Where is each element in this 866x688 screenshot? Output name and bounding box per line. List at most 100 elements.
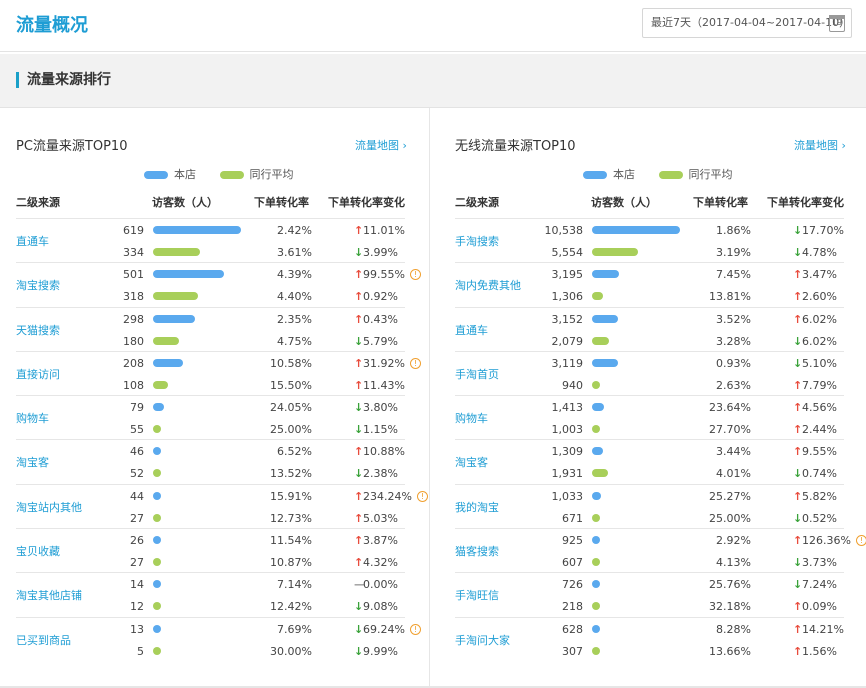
peer-line: 671 25.00% ↓0.52% [455,507,844,529]
rate-change: ↑5.82% [793,490,837,503]
panel-divider [429,108,430,688]
legend-self: 本店 [583,166,635,182]
visitor-count: 46 [130,445,144,459]
conversion-rate: 25.27% [709,489,751,503]
self-visitor-bar [592,403,604,412]
arrow-up-icon: ↑ [354,224,364,237]
rate-change: ↑14.21% [793,623,844,636]
conversion-rate: 15.91% [270,489,312,503]
rate-change-value: 9.99% [363,644,398,658]
rate-change: ↓1.15% [354,423,398,436]
legend-self-swatch [144,171,168,179]
panel-title: 无线流量来源TOP10 [455,139,576,154]
peer-line: 1,306 13.81% ↑2.60% [455,285,844,307]
rate-change-value: 3.99% [363,246,398,259]
visitor-count: 1,003 [551,423,584,437]
conversion-rate: 8.28% [716,622,751,636]
self-visitor-bar [592,314,618,323]
rate-change-value: 10.88% [363,445,405,459]
calendar-icon[interactable]: 19 [829,15,845,32]
arrow-down-icon: ↓ [354,334,364,348]
peer-visitor-bar [592,248,638,256]
visitor-count: 5,554 [551,246,584,259]
arrow-up-icon: ↑ [354,378,364,392]
rate-change-value: 2.44% [802,423,837,437]
rate-change-value: 0.43% [363,312,398,326]
visitor-count: 318 [123,290,144,304]
rate-change: ↓9.08% [354,600,398,613]
visitor-count: 619 [123,224,144,237]
self-visitor-bar [592,491,601,500]
rate-change-value: 3.47% [802,268,837,282]
conversion-rate: 2.63% [716,378,751,392]
self-line: 46 6.52% ↑10.88% [16,440,405,462]
arrow-up-icon: ↑ [793,600,803,614]
conversion-rate: 6.52% [277,445,312,459]
peer-line: 27 10.87% ↑4.32% [16,551,405,573]
warning-icon[interactable]: ! [409,623,421,635]
warning-icon[interactable]: ! [416,490,428,502]
warning-icon[interactable]: ! [855,535,866,547]
self-line: 298 2.35% ↑0.43% [16,308,405,330]
table-row: 手淘旺信 726 25.76% ↓7.24% 218 32.18% ↑0.09% [455,572,844,616]
traffic-map-link[interactable]: 流量地图 › [355,137,407,153]
rate-change: ↑6.02% [793,313,837,326]
arrow-down-icon: ↓ [793,246,803,259]
rate-change: ↑5.03% [354,512,398,525]
traffic-map-link[interactable]: 流量地图 › [794,137,846,153]
arrow-up-icon: ↑ [793,423,803,437]
visitor-count: 5 [137,644,144,658]
conversion-rate: 4.01% [716,467,751,481]
col-change: 下单转化率变化 [767,196,844,209]
warning-icon[interactable]: ! [409,269,421,281]
panel-title: PC流量来源TOP10 [16,139,128,154]
table-row: 手淘首页 3,119 0.93% ↓5.10% 940 2.63% ↑7.79% [455,350,844,395]
date-range-picker[interactable]: 最近7天（2017-04-04~2017-04-10） 19 [642,8,852,38]
rate-change: ↓2.38% [354,467,398,480]
rate-change-value: 2.38% [363,467,398,481]
section-title: 流量来源排行 [16,72,111,88]
rate-change: ↑10.88% [354,445,405,458]
visitor-count: 607 [562,556,583,570]
conversion-rate: 25.00% [270,423,312,437]
rate-change-value: 9.55% [802,445,837,459]
peer-visitor-bar [592,558,600,567]
rate-change-value: 0.74% [802,467,837,481]
legend: 本店 同行平均 [144,166,314,182]
arrow-up-icon: ↑ [354,268,364,282]
self-visitor-bar [592,447,603,456]
self-visitor-bar [153,358,183,367]
visitor-count: 501 [123,268,144,282]
conversion-rate: 4.39% [277,268,312,282]
conversion-rate: 3.52% [716,312,751,326]
peer-line: 180 4.75% ↓5.79% [16,330,405,352]
arrow-up-icon: ↑ [793,401,803,415]
arrow-down-icon: ↓ [354,246,364,259]
visitor-count: 218 [562,600,583,614]
self-line: 3,195 7.45% ↑3.47% [455,263,844,285]
col-source: 二级来源 [16,196,60,209]
self-visitor-bar [592,226,680,234]
dash-icon: — [354,578,365,592]
peer-visitor-bar [592,425,600,434]
peer-visitor-bar [153,646,161,655]
peer-visitor-bar [153,425,161,434]
self-line: 1,309 3.44% ↑9.55% [455,440,844,462]
rate-change-value: 6.02% [802,312,837,326]
self-visitor-bar [153,270,224,279]
conversion-rate: 3.44% [716,445,751,459]
rate-change: ↓69.24%! [354,623,421,636]
rate-change: ↑11.43% [354,379,405,392]
rate-change-value: 0.52% [802,511,837,525]
legend-self-swatch [583,171,607,179]
col-visitors: 访客数（人） [152,196,218,209]
rate-change-value: 5.10% [802,356,837,370]
rate-change-value: 1.15% [363,423,398,437]
rate-change-value: 234.24% [363,489,412,503]
table-row: 手淘问大家 628 8.28% ↑14.21% 307 13.66% ↑1.56% [455,616,844,661]
visitor-count: 334 [123,246,144,259]
legend-peer-swatch [658,171,683,179]
warning-icon[interactable]: ! [409,357,421,369]
arrow-down-icon: ↓ [793,578,803,592]
rate-change-value: 0.09% [802,600,837,614]
